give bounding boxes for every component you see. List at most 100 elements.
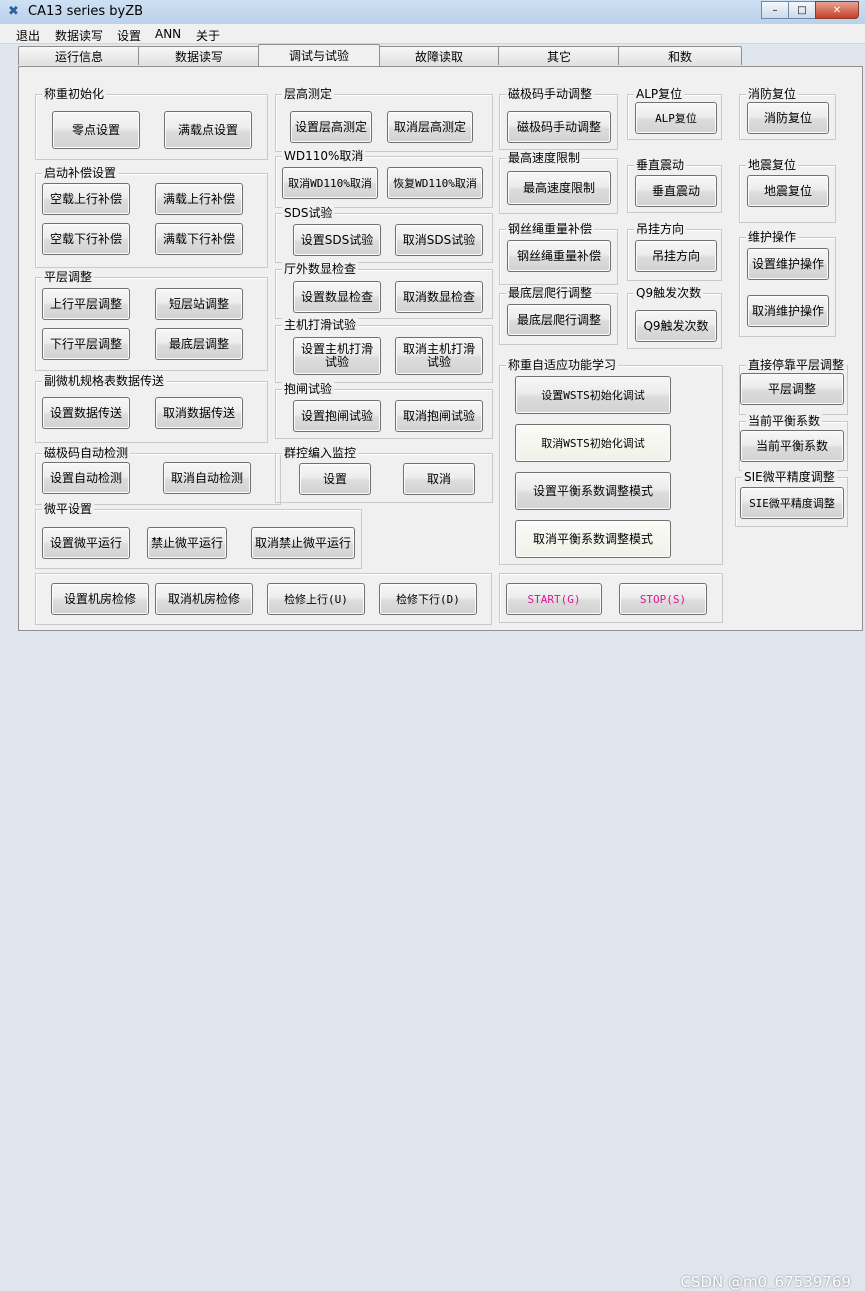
group-direct-stop: 直接停靠平层调整 平层调整	[739, 358, 848, 415]
group-label: SDS试验	[282, 206, 335, 220]
menu-bar: 退出 数据读写 设置 ANN 关于	[0, 24, 865, 44]
set-wsts-init-button[interactable]: 设置WSTS初始化调试	[515, 376, 671, 414]
group-maintenance: 维护操作 设置维护操作 取消维护操作	[739, 230, 836, 337]
group-label: 维护操作	[746, 230, 799, 244]
cancel-maintenance-button[interactable]: 取消维护操作	[747, 295, 829, 327]
set-auto-detect-button[interactable]: 设置自动检测	[42, 462, 130, 494]
inspection-down-button[interactable]: 检修下行(D)	[379, 583, 477, 615]
direct-stop-level-adjust-button[interactable]: 平层调整	[740, 373, 844, 405]
inspection-up-button[interactable]: 检修上行(U)	[267, 583, 365, 615]
group-level-adj: 平层调整 上行平层调整 短层站调整 下行平层调整 最底层调整	[35, 270, 268, 371]
menu-ann[interactable]: ANN	[155, 27, 181, 41]
set-main-slip-button[interactable]: 设置主机打滑试验	[293, 337, 381, 375]
set-floor-height-button[interactable]: 设置层高测定	[290, 111, 372, 143]
set-micro-level-button[interactable]: 设置微平运行	[42, 527, 130, 559]
group-max-speed: 最高速度限制 最高速度限制	[499, 151, 618, 214]
set-machine-room-inspection-button[interactable]: 设置机房检修	[51, 583, 149, 615]
tab-other[interactable]: 其它	[498, 46, 620, 65]
restore-wd110-button[interactable]: 恢复WD110%取消	[387, 167, 483, 199]
cancel-wd110-button[interactable]: 取消WD110%取消	[282, 167, 378, 199]
fire-reset-button[interactable]: 消防复位	[747, 102, 829, 134]
vertical-vibration-button[interactable]: 垂直震动	[635, 175, 717, 207]
cancel-display-check-button[interactable]: 取消数显检查	[395, 281, 483, 313]
cancel-machine-room-inspection-button[interactable]: 取消机房检修	[155, 583, 253, 615]
group-start-comp: 启动补偿设置 空载上行补偿 满载上行补偿 空载下行补偿 满载下行补偿	[35, 166, 268, 268]
group-label: 主机打滑试验	[282, 318, 359, 332]
cancel-balance-mode-button[interactable]: 取消平衡系数调整模式	[515, 520, 671, 558]
empty-down-comp-button[interactable]: 空载下行补偿	[42, 223, 130, 255]
set-display-check-button[interactable]: 设置数显检查	[293, 281, 381, 313]
tab-fault-read[interactable]: 故障读取	[378, 46, 500, 65]
group-label: 微平设置	[42, 502, 95, 516]
magnet-manual-adjust-button[interactable]: 磁极码手动调整	[507, 111, 611, 143]
cancel-floor-height-button[interactable]: 取消层高测定	[387, 111, 473, 143]
rope-weight-comp-button[interactable]: 钢丝绳重量补偿	[507, 240, 611, 272]
tab-hesu[interactable]: 和数	[618, 46, 742, 65]
current-balance-button[interactable]: 当前平衡系数	[740, 430, 844, 462]
group-brake: 抱闸试验 设置抱闸试验 取消抱闸试验	[275, 382, 493, 439]
set-sds-button[interactable]: 设置SDS试验	[293, 224, 381, 256]
alp-reset-button[interactable]: ALP复位	[635, 102, 717, 134]
cancel-sds-button[interactable]: 取消SDS试验	[395, 224, 483, 256]
set-data-transfer-button[interactable]: 设置数据传送	[42, 397, 130, 429]
group-label: 称重自适应功能学习	[506, 358, 619, 372]
group-label: WD110%取消	[282, 149, 366, 163]
forbid-micro-level-button[interactable]: 禁止微平运行	[147, 527, 227, 559]
group-label: 直接停靠平层调整	[746, 358, 847, 372]
quake-reset-button[interactable]: 地震复位	[747, 175, 829, 207]
up-level-adj-button[interactable]: 上行平层调整	[42, 288, 130, 320]
set-monitor-button[interactable]: 设置	[299, 463, 371, 495]
set-maintenance-button[interactable]: 设置维护操作	[747, 248, 829, 280]
cancel-forbid-micro-level-button[interactable]: 取消禁止微平运行	[251, 527, 355, 559]
group-weigh-learn: 称重自适应功能学习 设置WSTS初始化调试 取消WSTS初始化调试 设置平衡系数…	[499, 358, 723, 565]
menu-data-rw[interactable]: 数据读写	[55, 27, 103, 44]
group-main-slip: 主机打滑试验 设置主机打滑试验 取消主机打滑试验	[275, 318, 493, 383]
menu-exit[interactable]: 退出	[16, 27, 40, 44]
tab-run-info[interactable]: 运行信息	[18, 46, 140, 65]
q9-trigger-count-button[interactable]: Q9触发次数	[635, 310, 717, 342]
cancel-auto-detect-button[interactable]: 取消自动检测	[163, 462, 251, 494]
menu-about[interactable]: 关于	[196, 27, 220, 44]
start-button[interactable]: START(G)	[506, 583, 602, 615]
empty-up-comp-button[interactable]: 空载上行补偿	[42, 183, 130, 215]
max-speed-limit-button[interactable]: 最高速度限制	[507, 171, 611, 205]
group-label: 最底层爬行调整	[506, 286, 595, 300]
close-button[interactable]: ✕	[815, 1, 859, 19]
sie-precision-adjust-button[interactable]: SIE微平精度调整	[740, 487, 844, 519]
group-label: ALP复位	[634, 87, 685, 101]
cancel-brake-test-button[interactable]: 取消抱闸试验	[395, 400, 483, 432]
cancel-main-slip-button[interactable]: 取消主机打滑试验	[395, 337, 483, 375]
bottom-creep-adjust-button[interactable]: 最底层爬行调整	[507, 304, 611, 336]
tab-data-rw[interactable]: 数据读写	[138, 46, 260, 65]
full-load-set-button[interactable]: 满载点设置	[164, 111, 252, 149]
set-brake-test-button[interactable]: 设置抱闸试验	[293, 400, 381, 432]
full-up-comp-button[interactable]: 满载上行补偿	[155, 183, 243, 215]
down-level-adj-button[interactable]: 下行平层调整	[42, 328, 130, 360]
minimize-button[interactable]: –	[761, 1, 789, 19]
maximize-button[interactable]: □	[788, 1, 816, 19]
cancel-wsts-init-button[interactable]: 取消WSTS初始化调试	[515, 424, 671, 462]
full-down-comp-button[interactable]: 满载下行补偿	[155, 223, 243, 255]
group-vertical-vib: 垂直震动 垂直震动	[627, 158, 722, 213]
group-q9: Q9触发次数 Q9触发次数	[627, 286, 722, 349]
group-label: 当前平衡系数	[746, 414, 823, 428]
set-balance-mode-button[interactable]: 设置平衡系数调整模式	[515, 472, 671, 510]
cancel-monitor-button[interactable]: 取消	[403, 463, 475, 495]
stop-button[interactable]: STOP(S)	[619, 583, 707, 615]
hang-direction-button[interactable]: 吊挂方向	[635, 240, 717, 272]
cancel-data-transfer-button[interactable]: 取消数据传送	[155, 397, 243, 429]
group-group-monitor: 群控编入监控 设置 取消	[275, 446, 493, 503]
short-floor-adj-button[interactable]: 短层站调整	[155, 288, 243, 320]
group-label: 钢丝绳重量补偿	[506, 222, 595, 236]
group-bottom-creep: 最底层爬行调整 最底层爬行调整	[499, 286, 618, 345]
group-inspection: 设置机房检修 取消机房检修 检修上行(U) 检修下行(D)	[35, 573, 492, 625]
app-icon: ✖	[8, 4, 19, 19]
status-strip: CSDN @m0_67539769	[0, 632, 865, 1291]
bottom-floor-adj-button[interactable]: 最底层调整	[155, 328, 243, 360]
group-label: Q9触发次数	[634, 286, 704, 300]
group-sds: SDS试验 设置SDS试验 取消SDS试验	[275, 206, 493, 263]
zero-set-button[interactable]: 零点设置	[52, 111, 140, 149]
menu-settings[interactable]: 设置	[117, 27, 141, 44]
group-quake-reset: 地震复位 地震复位	[739, 158, 836, 223]
tab-debug-test[interactable]: 调试与试验	[258, 44, 380, 66]
